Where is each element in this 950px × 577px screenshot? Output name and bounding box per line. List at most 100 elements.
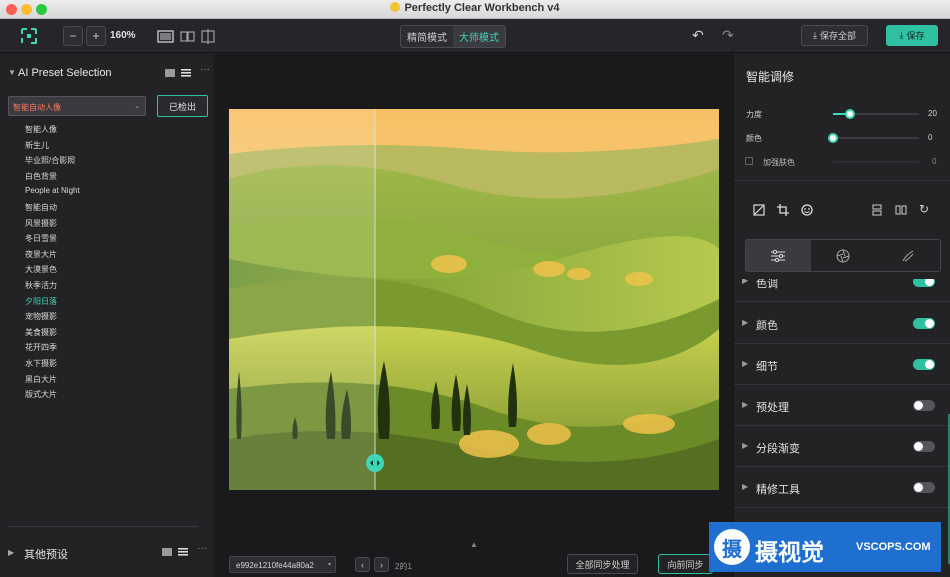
section-row[interactable]: ▶ 细节 [734,344,950,385]
save-button[interactable]: ⤓ 保存 [886,25,938,46]
preset-item[interactable]: 版式大片 [25,389,57,400]
zoom-out-button[interactable]: − [63,26,83,46]
list-view-icon[interactable] [178,548,188,556]
section-label: 色调 [756,278,778,290]
redo-icon[interactable]: ↷ [722,27,734,44]
aperture-icon [836,249,850,262]
toggle-knob [914,401,923,410]
flip-vertical-icon[interactable] [871,204,883,216]
face-icon[interactable] [801,204,813,216]
tab-adjustments[interactable] [746,240,811,271]
expand-arrow-icon: ▶ [742,482,749,491]
prev-image-button[interactable]: ‹ [355,557,370,572]
slider-knob[interactable] [845,109,856,119]
image-canvas: ▲ e992e1210fe44a80a2 ▾ ‹ › 2的1 全部同步处理 向前… [216,54,733,577]
split-view-icon[interactable] [180,30,195,43]
preset-item[interactable]: 水下摄影 [25,358,57,369]
rotate-icon[interactable]: ↻ [919,202,929,216]
slider-track[interactable] [833,137,919,139]
section-label: 预处理 [756,402,789,414]
next-image-button[interactable]: › [374,557,389,572]
preset-item[interactable]: 宠物摄影 [25,311,57,322]
preset-item[interactable]: 风景摄影 [25,218,57,229]
preset-item[interactable]: People at Night [25,186,80,195]
expand-arrow-icon: ▶ [742,441,749,450]
more-options-icon[interactable]: ··· [197,543,207,554]
section-row[interactable]: ▶ 颜色 [734,303,950,344]
zoom-in-button[interactable]: + [86,26,106,46]
slider-label: 颜色 [746,134,762,143]
watermark-brand: 摄视觉 [755,539,824,565]
more-options-icon[interactable]: ··· [200,64,210,75]
toggle-knob [914,442,923,451]
title-bar: Perfectly Clear Workbench v4 [0,0,950,19]
section-toggle[interactable] [913,318,935,329]
mode-simple-tab[interactable]: 精简模式 [401,26,453,47]
save-all-button[interactable]: ⤓ 保存全部 [801,25,868,46]
preset-item[interactable]: 美食摄影 [25,327,57,338]
section-toggle[interactable] [913,279,935,287]
enhance-skin-slider [833,161,919,163]
section-row[interactable]: ▶ 分段渐变 [734,426,950,467]
crop-icon[interactable] [777,204,789,216]
detected-button[interactable]: 已检出 [157,95,208,117]
sync-forward-button[interactable]: 向前同步 [658,554,713,574]
preset-item[interactable]: 智能自动 [25,202,57,213]
slider-knob[interactable] [828,133,838,143]
landscape-photo[interactable] [229,109,719,490]
section-row[interactable]: ▶ 预处理 [734,385,950,426]
mode-master-tab[interactable]: 大师模式 [453,26,505,47]
collapse-arrow-icon[interactable]: ▼ [8,68,16,77]
sync-all-button[interactable]: 全部同步处理 [567,554,638,574]
preset-item[interactable]: 夕阳日落 [25,296,57,307]
download-icon: ⤓ [813,30,817,40]
section-toggle[interactable] [913,359,935,370]
preset-item[interactable]: 夜景大片 [25,249,57,260]
file-id: e992e1210fe44a80a2 [236,561,314,570]
watermark-site: VSCOPS.COM [856,541,931,553]
dropdown-arrow-icon: ⌄ [134,103,140,110]
divider [8,526,198,527]
preset-dropdown[interactable]: 智能自动人像 ⌄ [8,96,146,116]
expand-arrow-icon[interactable]: ▶ [8,548,14,557]
zoom-level: 160% [110,30,136,41]
flip-horizontal-icon[interactable] [895,204,907,216]
expand-arrow-icon: ▶ [742,359,749,368]
page-indicator: 2的1 [395,562,412,571]
grid-view-icon[interactable] [162,548,172,556]
adjustment-panel: 智能调修 力度 20 颜色 0 加强肤色 0 ↻ ▶ 色调 ▶ 颜色 ▶ 细节 ▶ 预处理 ▶ 分段渐变… [733,54,950,577]
list-view-icon[interactable] [181,69,191,77]
preset-item[interactable]: 冬日雪景 [25,233,57,244]
grid-view-icon[interactable] [165,69,175,77]
curves-icon[interactable] [753,204,765,216]
watermark-logo-icon: 摄 [714,529,750,565]
preset-item[interactable]: 智能人像 [25,124,57,135]
tab-effects[interactable] [875,240,940,271]
preset-item[interactable]: 白色背景 [25,171,57,182]
preset-item[interactable]: 秋季活力 [25,280,57,291]
preset-item[interactable]: 黑白大片 [25,374,57,385]
tab-looks[interactable] [811,240,876,271]
file-selector[interactable]: e992e1210fe44a80a2 ▾ [229,556,336,573]
sliders-icon [771,249,786,262]
section-row[interactable]: ▶ 精修工具 [734,467,950,508]
slider-value: 20 [928,109,937,118]
expand-arrow-icon: ▶ [742,318,749,327]
chevron-right-icon: › [380,559,383,570]
undo-icon[interactable]: ↶ [692,27,704,44]
preset-item[interactable]: 大漠景色 [25,264,57,275]
filmstrip-toggle-icon[interactable]: ▲ [470,540,478,549]
preset-item[interactable]: 毕业照/合影照 [25,155,75,166]
expand-arrow-icon: ▶ [742,276,749,285]
brush-icon [902,250,914,261]
enhance-skin-checkbox[interactable] [745,157,753,165]
compare-view-icon[interactable] [200,29,216,44]
preset-item[interactable]: 新生儿 [25,140,49,151]
single-view-icon[interactable] [157,30,174,43]
main-toolbar: − + 160% 精简模式 大师模式 ↶ ↷ ⤓ 保存全部 ⤓ 保存 [0,19,950,53]
toggle-knob [925,360,934,369]
section-toggle[interactable] [913,482,935,493]
preset-item[interactable]: 花开四季 [25,342,57,353]
section-toggle[interactable] [913,400,935,411]
section-toggle[interactable] [913,441,935,452]
